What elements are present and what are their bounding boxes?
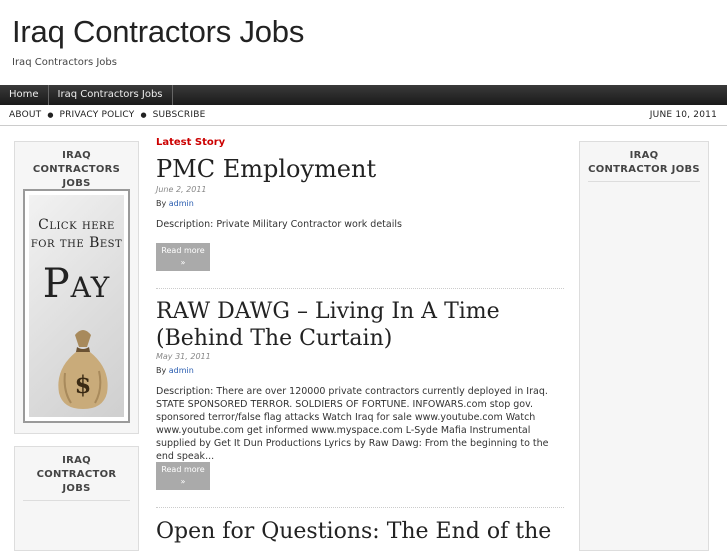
nav-link-subscribe[interactable]: SUBSCRIBE [153,105,206,125]
current-date: JUNE 10, 2011 [649,110,717,120]
nav-separator-icon: ● [47,111,54,119]
post-byline: By admin [156,199,564,208]
nav-separator-icon: ● [140,111,147,119]
post: RAW DAWG – Living In A Time (Behind The … [156,298,564,463]
ad-line-1: Click here [38,217,115,233]
sidebar-widget-right: IRAQ CONTRACTOR JOBS [579,141,709,551]
ad-line-3: Pay [42,261,111,307]
ad-line-2: for the Best [30,235,123,251]
nav-item-iraq-contractors-jobs[interactable]: Iraq Contractors Jobs [49,85,173,105]
post-description: Description: Private Military Contractor… [156,219,402,230]
post-description: Description: There are over 120000 priva… [156,386,549,462]
read-more-label: Read more [161,465,205,474]
nav-item-home[interactable]: Home [0,85,49,105]
secondary-nav: ABOUT ● PRIVACY POLICY ● SUBSCRIBE JUNE … [0,105,727,126]
post: Open for Questions: The End of the [156,518,564,545]
dollar-sign: $ [75,370,92,399]
sidebar-widget-left-1: IRAQ CONTRACTORS JOBS Click here for the… [14,141,139,434]
post: PMC Employment June 2, 2011 By admin Des… [156,156,564,231]
read-more-button[interactable]: Read more » [156,462,210,490]
post-divider [156,288,564,289]
post-title[interactable]: Open for Questions: The End of the [156,518,564,545]
site-title[interactable]: Iraq Contractors Jobs [12,14,304,50]
post-author-link[interactable]: admin [169,366,194,375]
post-date: May 31, 2011 [156,352,211,361]
post-date: June 2, 2011 [156,185,207,194]
post-title[interactable]: RAW DAWG – Living In A Time (Behind The … [156,298,564,352]
main-nav: Home Iraq Contractors Jobs [0,85,727,105]
post-author-link[interactable]: admin [169,199,194,208]
latest-story-label: Latest Story [156,137,226,148]
read-more-label: Read more [161,246,205,255]
money-bag-icon: $ [58,330,108,409]
by-label: By [156,366,167,375]
widget-title: IRAQ CONTRACTOR JOBS [23,454,130,501]
ad-background: Click here for the Best Pay $ [29,195,124,417]
post-title[interactable]: PMC Employment [156,156,564,183]
post-divider [156,507,564,508]
nav-link-about[interactable]: ABOUT [9,105,41,125]
nav-link-privacy-policy[interactable]: PRIVACY POLICY [59,105,134,125]
by-label: By [156,199,167,208]
read-more-arrow-icon: » [180,477,186,486]
sidebar-widget-left-2: IRAQ CONTRACTOR JOBS [14,446,139,551]
ad-banner[interactable]: Click here for the Best Pay $ [23,189,130,423]
post-byline: By admin [156,366,564,375]
read-more-button[interactable]: Read more » [156,243,210,271]
widget-title: IRAQ CONTRACTOR JOBS [588,149,700,182]
read-more-arrow-icon: » [180,258,186,267]
site-description: Iraq Contractors Jobs [12,57,117,68]
